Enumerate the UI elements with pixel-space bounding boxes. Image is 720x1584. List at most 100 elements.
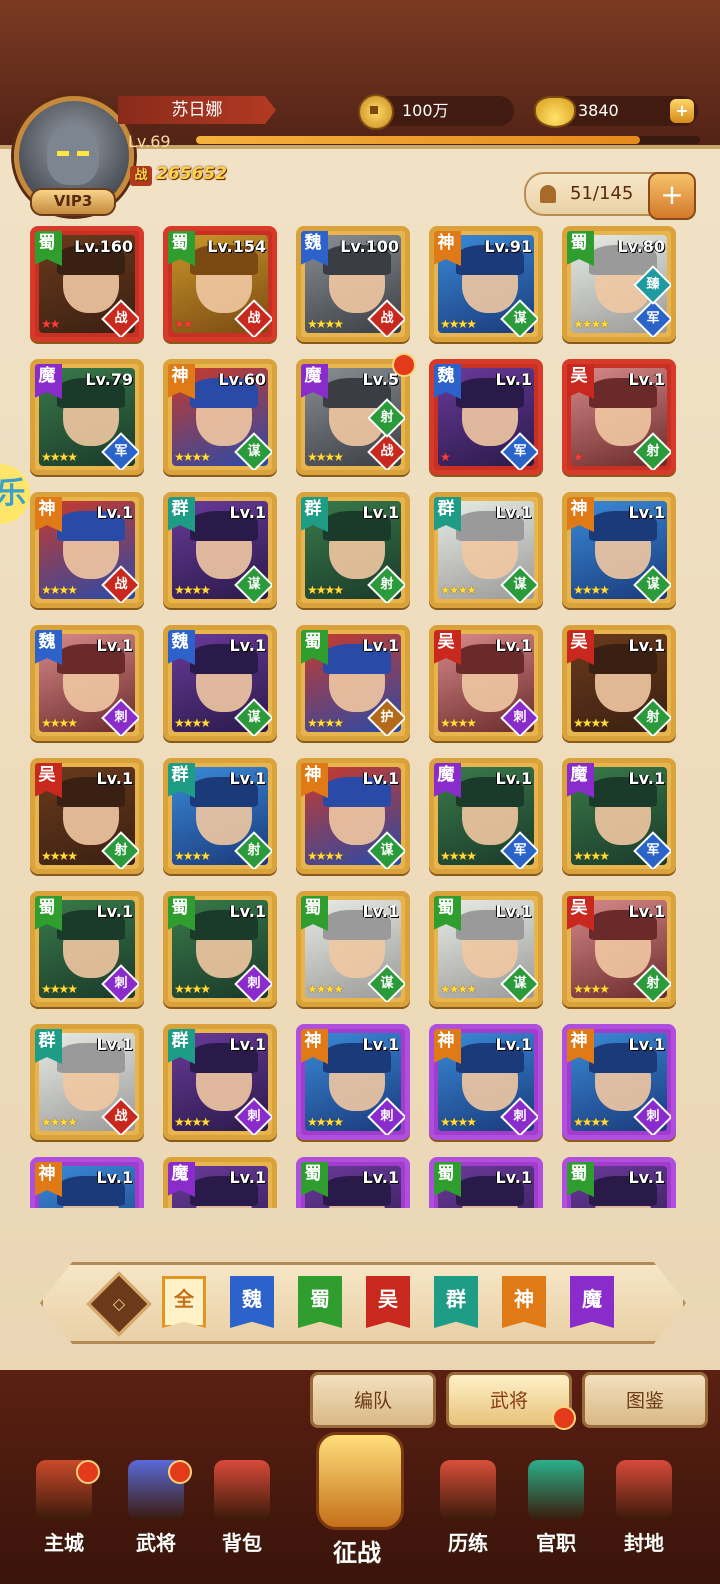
role-label: 谋 bbox=[513, 976, 527, 991]
hero-stars: ★★★★ bbox=[573, 716, 610, 730]
hero-level: Lv.1 bbox=[628, 503, 665, 522]
hero-card[interactable]: 吴 Lv.1 ★★★★ 射 bbox=[562, 625, 676, 741]
hero-level: Lv.60 bbox=[218, 370, 266, 389]
hero-card[interactable]: 蜀 Lv.1 bbox=[296, 1157, 410, 1208]
hero-card[interactable]: 神 Lv.1 ★★★★ 刺 bbox=[562, 1024, 676, 1140]
hero-card[interactable]: 群 Lv.1 ★★★★ 射 bbox=[163, 758, 277, 874]
hero-level: Lv.1 bbox=[362, 636, 399, 655]
hero-stars: ★★★★ bbox=[174, 450, 211, 464]
hero-stars: ★★★★ bbox=[307, 583, 344, 597]
role-label: 军 bbox=[513, 444, 527, 459]
notification-dot bbox=[552, 1406, 576, 1430]
filter-faction-button[interactable]: 吴 bbox=[366, 1276, 410, 1328]
hero-grid: 蜀 Lv.160 ★★ 战蜀 Lv.154 ★★ 战魏 Lv.100 ★★★★ 战神 Lv.91 ★★… bbox=[30, 226, 690, 1208]
hero-card[interactable]: 魏 Lv.1 ★★★★ 刺 bbox=[30, 625, 144, 741]
role-label: 谋 bbox=[513, 577, 527, 592]
filter-faction-button[interactable]: 神 bbox=[502, 1276, 546, 1328]
hero-card[interactable]: 群 Lv.1 ★★★★ 谋 bbox=[429, 492, 543, 608]
nav-general-button[interactable]: 武将 bbox=[120, 1460, 192, 1560]
hero-card[interactable]: 群 Lv.1 ★★★★ 刺 bbox=[163, 1024, 277, 1140]
hero-card[interactable]: 蜀 Lv.1 bbox=[562, 1157, 676, 1208]
nav-bag-button[interactable]: 背包 bbox=[206, 1460, 278, 1560]
hero-card[interactable]: 吴 Lv.1 ★ 射 bbox=[562, 359, 676, 475]
gold-currency[interactable]: 3840 + bbox=[534, 96, 698, 128]
hero-card[interactable]: 神 Lv.60 ★★★★ 谋 bbox=[163, 359, 277, 475]
hero-card[interactable]: 吴 Lv.1 ★★★★ 射 bbox=[562, 891, 676, 1007]
role-label: 刺 bbox=[247, 1109, 261, 1124]
hero-card[interactable]: 魔 Lv.1 ★★★★ 军 bbox=[562, 758, 676, 874]
nav-office-button[interactable]: 官职 bbox=[520, 1460, 592, 1560]
add-gold-button[interactable]: + bbox=[670, 99, 694, 123]
hero-card[interactable]: 蜀 Lv.160 ★★ 战 bbox=[30, 226, 144, 342]
hero-card[interactable]: 神 Lv.1 ★★★★ 谋 bbox=[562, 492, 676, 608]
role-label: 谋 bbox=[247, 444, 261, 459]
hero-level: Lv.154 bbox=[207, 237, 266, 256]
hero-card[interactable]: 蜀 Lv.1 ★★★★ 护 bbox=[296, 625, 410, 741]
role-label: 刺 bbox=[247, 976, 261, 991]
hero-level: Lv.1 bbox=[362, 902, 399, 921]
hero-card[interactable]: 神 Lv.91 ★★★★ 谋 bbox=[429, 226, 543, 342]
filter-sort-glyph: ◇ bbox=[112, 1294, 126, 1313]
hero-card[interactable]: 群 Lv.1 ★★★★ 战 bbox=[30, 1024, 144, 1140]
nav-city-button[interactable]: 主城 bbox=[28, 1460, 100, 1560]
filter-faction-button[interactable]: 蜀 bbox=[298, 1276, 342, 1328]
nav-fief-button[interactable]: 封地 bbox=[608, 1460, 680, 1560]
tab-0[interactable]: 编队 bbox=[310, 1372, 436, 1428]
hero-level: Lv.1 bbox=[495, 1035, 532, 1054]
role-label: 射 bbox=[380, 410, 394, 425]
hero-stars: ★ bbox=[440, 450, 451, 464]
role-label: 军 bbox=[513, 843, 527, 858]
tab-2[interactable]: 图鉴 bbox=[582, 1372, 708, 1428]
role-label: 战 bbox=[380, 311, 394, 326]
role-label: 谋 bbox=[247, 577, 261, 592]
hero-card[interactable]: 神 Lv.1 ★★★★ 刺 bbox=[429, 1024, 543, 1140]
hero-card[interactable]: 吴 Lv.1 ★★★★ 刺 bbox=[429, 625, 543, 741]
copper-currency[interactable]: 100万 bbox=[358, 94, 514, 130]
filter-faction-button[interactable]: 群 bbox=[434, 1276, 478, 1328]
hero-stars: ★★★★ bbox=[174, 982, 211, 996]
hero-stars: ★★★★ bbox=[440, 1115, 477, 1129]
filter-all-button[interactable]: 全 bbox=[162, 1276, 206, 1328]
hero-card[interactable]: 吴 Lv.1 ★★★★ 射 bbox=[30, 758, 144, 874]
hero-card[interactable]: 魏 Lv.1 ★★★★ 谋 bbox=[163, 625, 277, 741]
hero-stars: ★★★★ bbox=[174, 716, 211, 730]
hero-card[interactable]: 神 Lv.1 ★★★★ 谋 bbox=[296, 758, 410, 874]
hero-level: Lv.1 bbox=[96, 503, 133, 522]
hero-card[interactable]: 蜀 Lv.1 ★★★★ 刺 bbox=[30, 891, 144, 1007]
hero-card[interactable]: 魔 Lv.5 ★★★★ 战射 bbox=[296, 359, 410, 475]
expand-roster-button[interactable]: + bbox=[648, 172, 696, 220]
hero-card[interactable]: 魏 Lv.100 ★★★★ 战 bbox=[296, 226, 410, 342]
hero-stars: ★★★★ bbox=[41, 583, 78, 597]
hero-card[interactable]: 蜀 Lv.1 ★★★★ 谋 bbox=[296, 891, 410, 1007]
hero-card[interactable]: 蜀 Lv.1 ★★★★ 刺 bbox=[163, 891, 277, 1007]
nav-training-button[interactable]: 历练 bbox=[432, 1460, 504, 1560]
hero-card[interactable]: 神 Lv.1 ★★★★ 刺 bbox=[296, 1024, 410, 1140]
avatar-face bbox=[47, 125, 99, 185]
hero-stars: ★★★★ bbox=[440, 849, 477, 863]
hero-card[interactable]: 群 Lv.1 ★★★★ 射 bbox=[296, 492, 410, 608]
filter-faction-button[interactable]: 魏 bbox=[230, 1276, 274, 1328]
hero-card[interactable]: 蜀 Lv.1 bbox=[429, 1157, 543, 1208]
vip-badge[interactable]: VIP3 bbox=[30, 188, 116, 216]
hero-card[interactable]: 魔 Lv.1 bbox=[163, 1157, 277, 1208]
hero-card[interactable]: 群 Lv.1 ★★★★ 谋 bbox=[163, 492, 277, 608]
filter-faction-button[interactable]: 魔 bbox=[570, 1276, 614, 1328]
hero-card[interactable]: 魔 Lv.1 ★★★★ 军 bbox=[429, 758, 543, 874]
hero-card[interactable]: 蜀 Lv.80 ★★★★ 军臻 bbox=[562, 226, 676, 342]
avatar-eye bbox=[57, 151, 69, 156]
gold-ingot-icon bbox=[534, 96, 576, 128]
person-icon bbox=[540, 185, 556, 203]
hero-stars: ★★ bbox=[41, 317, 60, 331]
hero-card[interactable]: 神 Lv.1 ★★★★ 战 bbox=[30, 492, 144, 608]
hero-level: Lv.1 bbox=[628, 1035, 665, 1054]
hero-card[interactable]: 魔 Lv.79 ★★★★ 军 bbox=[30, 359, 144, 475]
hero-card[interactable]: 魏 Lv.1 ★ 军 bbox=[429, 359, 543, 475]
nav-battle-button[interactable]: 征战 bbox=[302, 1432, 412, 1572]
nav-label: 封地 bbox=[624, 1531, 664, 1555]
hero-card[interactable]: 蜀 Lv.1 ★★★★ 谋 bbox=[429, 891, 543, 1007]
hero-level: Lv.1 bbox=[628, 902, 665, 921]
hero-level: Lv.5 bbox=[362, 370, 399, 389]
hero-card[interactable]: 神 Lv.1 bbox=[30, 1157, 144, 1208]
hero-card[interactable]: 蜀 Lv.154 ★★ 战 bbox=[163, 226, 277, 342]
role-label: 战 bbox=[114, 577, 128, 592]
